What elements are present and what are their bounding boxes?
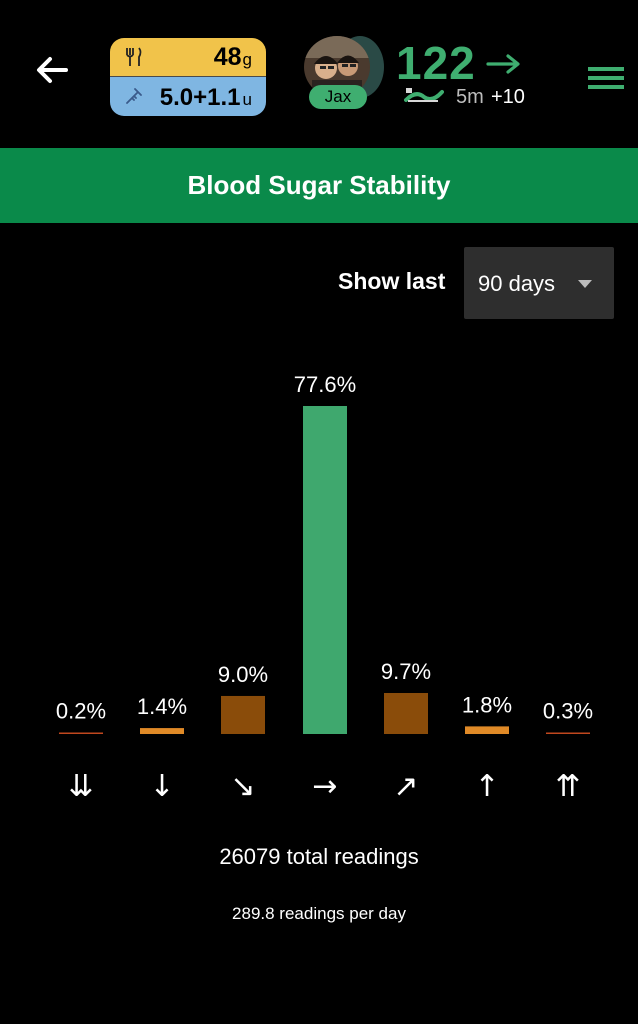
trend-category-label-5: ↑ xyxy=(474,769,499,804)
back-arrow-icon[interactable] xyxy=(30,48,74,92)
trend-category-label-3: → xyxy=(312,769,337,804)
bar-4 xyxy=(384,693,428,734)
bar-5 xyxy=(465,726,509,734)
bar-value-label-3: 77.6% xyxy=(294,372,356,397)
trend-category-label-2: ↘ xyxy=(230,769,255,804)
app-screen: 48g 5.0+1.1 u Jax 122 5m +10 Blood Sugar… xyxy=(0,0,638,1024)
bar-2 xyxy=(221,695,265,734)
hamburger-menu-icon[interactable] xyxy=(586,64,626,92)
insulin-amount: 5.0+1.1 u xyxy=(159,84,252,111)
title-bar: Blood Sugar Stability xyxy=(0,148,638,223)
bar-1 xyxy=(140,728,184,734)
syringe-icon xyxy=(126,88,142,104)
bar-value-label-4: 9.7% xyxy=(381,659,431,684)
range-dropdown[interactable]: 90 days xyxy=(464,247,614,319)
page-title: Blood Sugar Stability xyxy=(187,170,451,200)
profile-name-badge[interactable]: Jax xyxy=(309,85,367,109)
bar-value-label-1: 1.4% xyxy=(137,694,187,719)
reading-age: 5m xyxy=(456,86,484,108)
bar-6 xyxy=(546,732,590,734)
bar-value-label-0: 0.2% xyxy=(56,699,106,724)
bar-3 xyxy=(303,406,347,734)
chevron-down-icon xyxy=(578,280,592,288)
fork-knife-icon xyxy=(126,47,142,66)
glucose-delta: +10 xyxy=(491,86,525,108)
sensor-icon xyxy=(404,88,444,102)
readings-per-day: 289.8 readings per day xyxy=(232,904,406,923)
bar-value-label-6: 0.3% xyxy=(543,699,593,724)
bar-value-label-2: 9.0% xyxy=(218,662,268,687)
bar-value-label-5: 1.8% xyxy=(462,692,512,717)
insulin-row: 5.0+1.1 u xyxy=(110,77,266,116)
range-selected-value: 90 days xyxy=(478,271,556,296)
stability-bar-chart: 0.2% ⇊ 1.4% ↓ 9.0% ↘ 77.6% → 9.7% ↗ 1.8% ↑ 0.3% ⇈ xyxy=(56,372,593,804)
carbs-row: 48g xyxy=(110,38,266,76)
carbs-amount: 48g xyxy=(213,43,252,71)
total-readings: 26079 total readings xyxy=(219,844,419,869)
trend-category-label-0: ⇊ xyxy=(68,769,93,804)
bar-0 xyxy=(59,732,103,734)
trend-category-label-4: ↗ xyxy=(393,769,418,804)
range-label: Show last xyxy=(338,268,446,294)
trend-category-label-1: ↓ xyxy=(149,769,174,804)
trend-category-label-6: ⇈ xyxy=(555,769,580,804)
treatment-summary-pill[interactable]: 48g 5.0+1.1 u xyxy=(110,38,266,116)
glucose-value: 122 xyxy=(396,37,476,89)
trend-arrow-icon xyxy=(486,54,520,74)
